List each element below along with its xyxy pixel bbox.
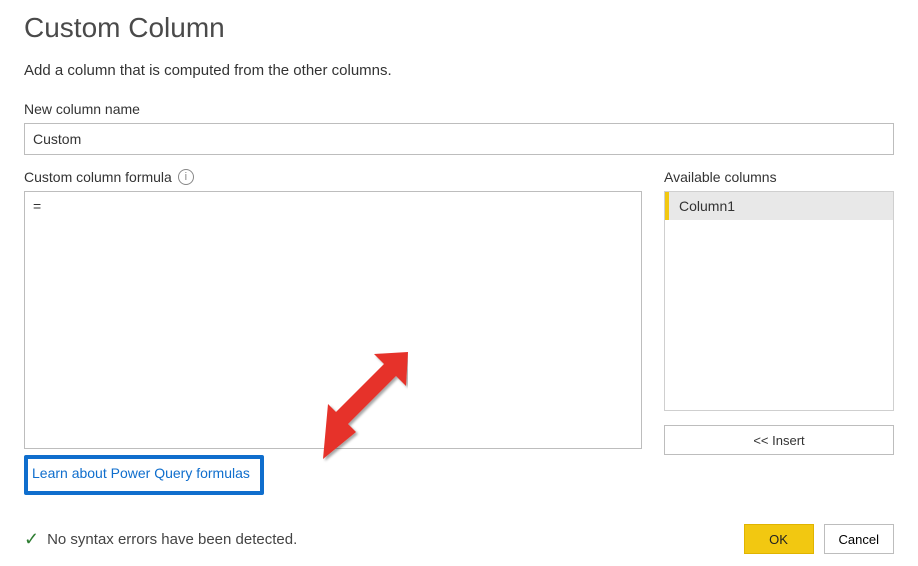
- checkmark-icon: ✓: [24, 529, 39, 550]
- available-columns-list[interactable]: Column1: [664, 191, 894, 411]
- new-column-name-input[interactable]: [24, 123, 894, 155]
- info-icon[interactable]: i: [178, 169, 194, 185]
- list-item[interactable]: Column1: [665, 192, 893, 220]
- status-text: No syntax errors have been detected.: [47, 531, 297, 548]
- learn-formulas-link[interactable]: Learn about Power Query formulas: [32, 465, 250, 481]
- new-column-name-label: New column name: [24, 101, 894, 117]
- dialog-subtitle: Add a column that is computed from the o…: [24, 62, 894, 79]
- ok-button[interactable]: OK: [744, 524, 814, 554]
- formula-label: Custom column formula: [24, 169, 172, 185]
- cancel-button[interactable]: Cancel: [824, 524, 894, 554]
- formula-input[interactable]: [24, 191, 642, 449]
- insert-button[interactable]: << Insert: [664, 425, 894, 455]
- dialog-title: Custom Column: [24, 12, 894, 44]
- available-columns-label: Available columns: [664, 169, 894, 185]
